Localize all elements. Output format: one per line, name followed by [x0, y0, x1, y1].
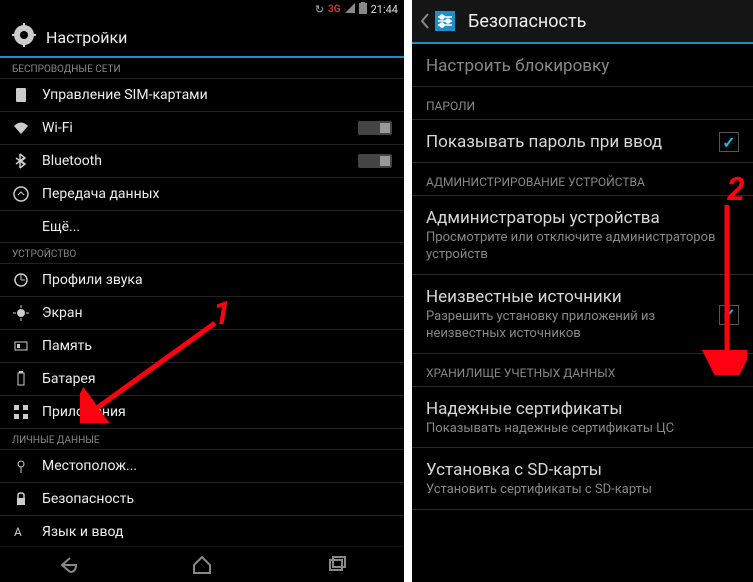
- storage-label: Память: [42, 338, 392, 354]
- item-sim-management[interactable]: Управление SIM-картами: [0, 79, 404, 112]
- security-list: Настроить блокировку ПАРОЛИ Показывать п…: [412, 44, 753, 510]
- more-label: Ещё...: [42, 219, 392, 235]
- nav-home-button[interactable]: [182, 550, 222, 580]
- data-icon: [12, 185, 30, 203]
- item-install-from-sd[interactable]: Установка с SD-карты Установить сертифик…: [412, 448, 753, 510]
- section-device-admin: АДМИНИСТРИРОВАНИЕ УСТРОЙСТВА: [412, 163, 753, 196]
- data-label: Передача данных: [42, 186, 392, 202]
- screenshot-security: Безопасность Настроить блокировку ПАРОЛИ…: [412, 0, 753, 582]
- battery-label: Батарея: [42, 371, 392, 387]
- back-button[interactable]: [420, 8, 458, 34]
- install-sd-sub: Установить сертификаты с SD-карты: [426, 482, 739, 499]
- item-screen-lock[interactable]: Настроить блокировку: [412, 44, 753, 87]
- status-bar: ↻ 3G 21:44: [0, 0, 404, 18]
- section-personal: ЛИЧНЫЕ ДАННЫЕ: [0, 429, 404, 450]
- trusted-sub: Показывать надежные сертификаты ЦС: [426, 421, 739, 438]
- item-apps[interactable]: Приложения: [0, 396, 404, 429]
- apps-icon: [12, 403, 30, 421]
- item-unknown-sources[interactable]: Неизвестные источники Разрешить установк…: [412, 275, 753, 354]
- trusted-title: Надежные сертификаты: [426, 399, 739, 419]
- item-display[interactable]: Экран: [0, 297, 404, 330]
- screenshot-settings: ↻ 3G 21:44 Настройки БЕСПРОВОДНЫЕ СЕТИ У…: [0, 0, 404, 582]
- location-icon: [12, 457, 30, 475]
- section-wireless: БЕСПРОВОДНЫЕ СЕТИ: [0, 58, 404, 79]
- display-label: Экран: [42, 305, 392, 321]
- settings-gear-icon: [12, 23, 36, 51]
- bluetooth-label: Bluetooth: [42, 153, 346, 169]
- sound-label: Профили звука: [42, 272, 392, 288]
- signal-icon: [345, 3, 355, 16]
- settings-list: БЕСПРОВОДНЫЕ СЕТИ Управление SIM-картами…: [0, 58, 404, 582]
- nav-back-button[interactable]: [47, 550, 87, 580]
- item-more[interactable]: Ещё...: [0, 211, 404, 243]
- install-sd-title: Установка с SD-карты: [426, 460, 739, 480]
- battery-item-icon: [12, 370, 30, 388]
- location-label: Местополож...: [42, 458, 392, 474]
- section-device: УСТРОЙСТВО: [0, 243, 404, 264]
- screen-lock-label: Настроить блокировку: [426, 56, 739, 76]
- display-icon: [12, 304, 30, 322]
- item-security[interactable]: Безопасность: [0, 483, 404, 516]
- nav-recent-button[interactable]: [317, 550, 357, 580]
- language-icon: A: [12, 523, 30, 541]
- item-battery[interactable]: Батарея: [0, 363, 404, 396]
- item-language[interactable]: A Язык и ввод: [0, 516, 404, 549]
- settings-sliders-icon: [432, 8, 458, 34]
- item-sound-profiles[interactable]: Профили звука: [0, 264, 404, 297]
- security-header: Безопасность: [412, 0, 753, 44]
- svg-text:A: A: [14, 525, 22, 539]
- section-passwords: ПАРОЛИ: [412, 87, 753, 120]
- unknown-sources-title: Неизвестные источники: [426, 287, 709, 307]
- section-credential-storage: ХРАНИЛИЩЕ УЧЕТНЫХ ДАННЫХ: [412, 354, 753, 387]
- item-device-admins[interactable]: Администраторы устройства Просмотрите ил…: [412, 196, 753, 275]
- storage-icon: [12, 337, 30, 355]
- item-bluetooth[interactable]: Bluetooth: [0, 145, 404, 178]
- status-clock: 21:44: [371, 3, 398, 16]
- lock-icon: [12, 490, 30, 508]
- device-admins-sub: Просмотрите или отключите администраторо…: [426, 230, 739, 264]
- network-type: 3G: [328, 4, 341, 15]
- device-admins-title: Администраторы устройства: [426, 208, 739, 228]
- unknown-sources-checkbox[interactable]: [719, 305, 739, 325]
- item-storage[interactable]: Память: [0, 330, 404, 363]
- nav-bar: [0, 546, 404, 582]
- settings-title: Настройки: [46, 28, 127, 47]
- settings-header: Настройки: [0, 18, 404, 58]
- show-password-checkbox[interactable]: [719, 132, 739, 152]
- sim-label: Управление SIM-картами: [42, 87, 392, 103]
- wifi-toggle[interactable]: [358, 121, 392, 135]
- sync-icon: ↻: [315, 3, 324, 16]
- unknown-sources-sub: Разрешить установку приложений из неизве…: [426, 309, 709, 343]
- item-wifi[interactable]: Wi-Fi: [0, 112, 404, 145]
- security-label: Безопасность: [42, 491, 392, 507]
- bluetooth-toggle[interactable]: [358, 154, 392, 168]
- item-trusted-credentials[interactable]: Надежные сертификаты Показывать надежные…: [412, 387, 753, 449]
- battery-icon: [359, 2, 367, 17]
- sim-icon: [12, 86, 30, 104]
- apps-label: Приложения: [42, 404, 392, 420]
- show-password-label: Показывать пароль при ввод: [426, 132, 709, 152]
- sound-icon: [12, 271, 30, 289]
- item-data-usage[interactable]: Передача данных: [0, 178, 404, 211]
- item-location[interactable]: Местополож...: [0, 450, 404, 483]
- language-label: Язык и ввод: [42, 524, 392, 540]
- security-title: Безопасность: [468, 11, 586, 32]
- bluetooth-icon: [12, 152, 30, 170]
- item-show-password[interactable]: Показывать пароль при ввод: [412, 120, 753, 163]
- wifi-label: Wi-Fi: [42, 120, 346, 136]
- wifi-icon: [12, 119, 30, 137]
